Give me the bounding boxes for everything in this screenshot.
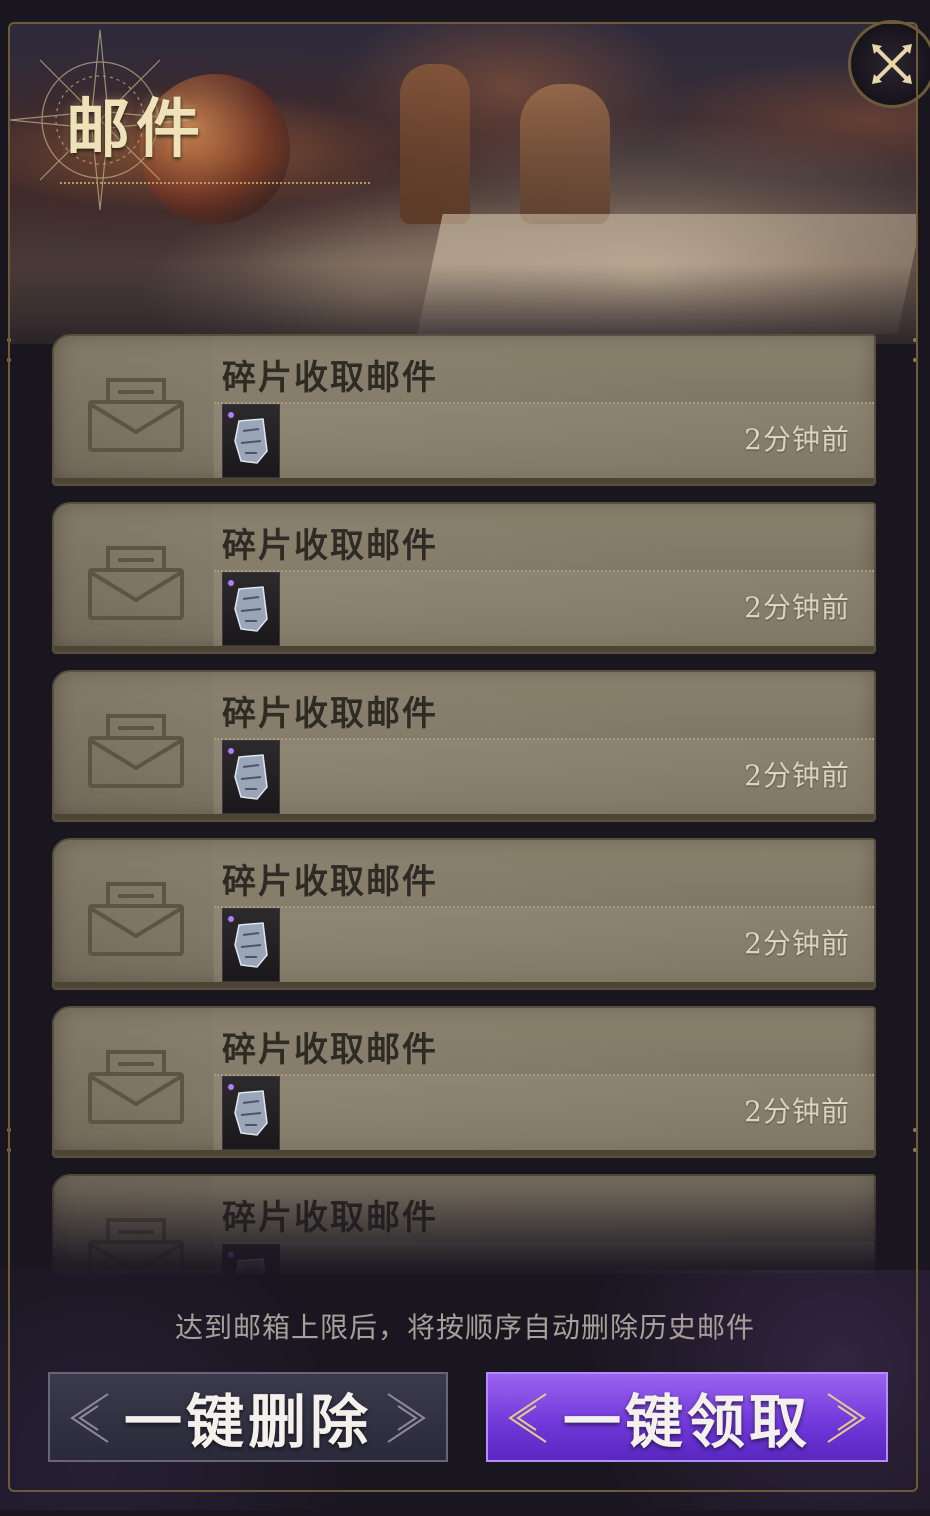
mail-panel: 邮件 碎片收取邮件 2分钟前 碎片收取邮件 2分钟前 碎片收取邮件 2分钟前 碎… — [0, 0, 930, 1516]
ornament-left-icon — [508, 1393, 547, 1443]
mail-item[interactable]: 碎片收取邮件 2分钟前 — [52, 334, 876, 486]
mail-item[interactable]: 碎片收取邮件 2分钟前 — [52, 838, 876, 990]
ornament-left-icon — [70, 1393, 109, 1443]
lamp-decoration — [520, 84, 610, 224]
mail-item[interactable]: 碎片收取邮件 — [52, 1174, 876, 1274]
envelope-icon — [88, 1050, 184, 1124]
fragment-item-icon[interactable] — [222, 404, 280, 478]
right-side-ornament — [913, 338, 917, 1152]
header-background-scene — [10, 24, 916, 344]
left-side-ornament — [7, 338, 11, 1152]
lantern-decoration — [400, 64, 470, 224]
fragment-item-art — [228, 580, 268, 632]
mail-time: 2分钟前 — [744, 927, 850, 960]
fragment-item-art — [228, 748, 268, 800]
claim-all-button[interactable]: 一键领取 — [486, 1372, 888, 1462]
delete-all-label: 一键删除 — [123, 1388, 372, 1456]
envelope-icon — [88, 546, 184, 620]
mail-title: 碎片收取邮件 — [222, 358, 438, 398]
fragment-item-art — [228, 412, 268, 464]
close-button[interactable] — [848, 20, 930, 108]
envelope-icon — [88, 1218, 184, 1274]
mail-title: 碎片收取邮件 — [222, 526, 438, 566]
fragment-item-icon[interactable] — [222, 908, 280, 982]
mail-title: 碎片收取邮件 — [222, 862, 438, 902]
mail-time: 2分钟前 — [744, 1095, 850, 1128]
mail-content-area — [214, 1242, 874, 1274]
fragment-item-art — [228, 1084, 268, 1136]
mail-time: 2分钟前 — [744, 591, 850, 624]
mail-item[interactable]: 碎片收取邮件 2分钟前 — [52, 1006, 876, 1158]
mail-time: 2分钟前 — [744, 759, 850, 792]
fragment-item-art — [228, 1252, 266, 1274]
header-fade — [10, 264, 916, 344]
mail-title: 碎片收取邮件 — [222, 1030, 438, 1070]
mail-title: 碎片收取邮件 — [222, 694, 438, 734]
page-title: 邮件 — [66, 92, 206, 167]
title-underline — [60, 180, 370, 184]
close-x-icon — [872, 44, 912, 84]
fragment-item-icon[interactable] — [222, 1244, 280, 1274]
fragment-item-icon[interactable] — [222, 572, 280, 646]
ornament-right-icon — [387, 1393, 426, 1443]
mail-item[interactable]: 碎片收取邮件 2分钟前 — [52, 502, 876, 654]
claim-all-label: 一键领取 — [562, 1388, 811, 1456]
mail-title: 碎片收取邮件 — [222, 1198, 438, 1238]
delete-all-button[interactable]: 一键删除 — [48, 1372, 448, 1462]
envelope-icon — [88, 882, 184, 956]
fragment-item-icon[interactable] — [222, 740, 280, 814]
mail-item[interactable]: 碎片收取邮件 2分钟前 — [52, 670, 876, 822]
ornament-right-icon — [827, 1393, 866, 1443]
mail-list[interactable]: 碎片收取邮件 2分钟前 碎片收取邮件 2分钟前 碎片收取邮件 2分钟前 碎片收取… — [52, 334, 876, 1274]
envelope-icon — [88, 378, 184, 452]
mail-time: 2分钟前 — [744, 423, 850, 456]
envelope-icon — [88, 714, 184, 788]
mailbox-limit-notice: 达到邮箱上限后，将按顺序自动删除历史邮件 — [174, 1311, 755, 1344]
fragment-item-art — [228, 916, 268, 968]
fragment-item-icon[interactable] — [222, 1076, 280, 1150]
